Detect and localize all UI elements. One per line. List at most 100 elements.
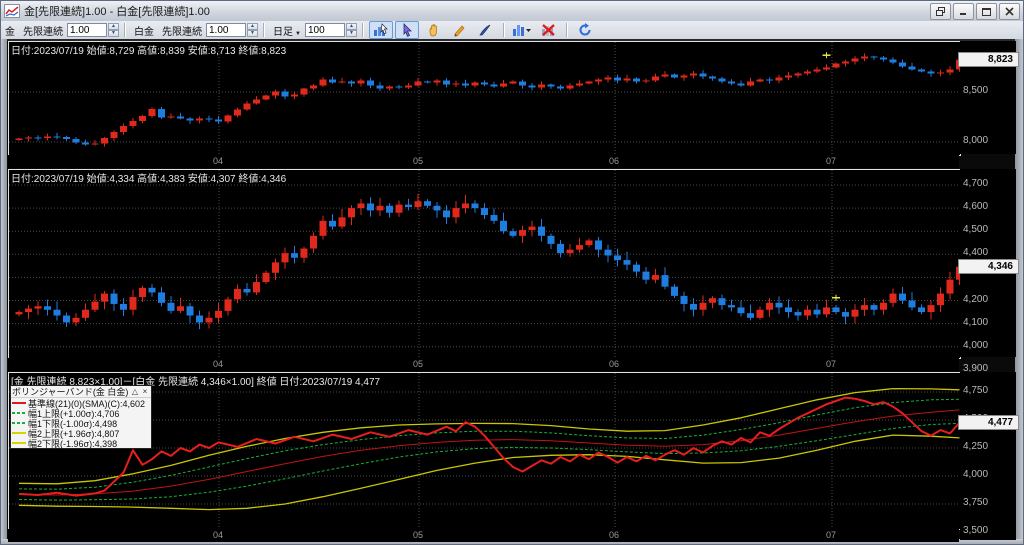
chart-select-icon (373, 23, 388, 36)
platinum-multiplier-input[interactable] (206, 23, 246, 37)
chart-type-menu-button[interactable] (510, 21, 534, 39)
maximize-button[interactable] (976, 3, 997, 20)
gold-symbol-label: 金 (5, 26, 15, 38)
cursor-tool-button[interactable] (394, 21, 419, 39)
x-axis-label: 04 (212, 530, 224, 540)
toolbar-separator (124, 23, 125, 37)
bar-count-spinner: ▲▼ (304, 23, 357, 37)
bar-count-down-button[interactable]: ▼ (345, 30, 357, 37)
spread-info: [金 先限連続 8,823×1.00]－[白金 先限連続 4,346×1.00]… (11, 377, 381, 388)
x-axis-label: 06 (608, 530, 620, 540)
gold-multiplier-spinner: ▲▼ (67, 23, 119, 37)
x-axis-label: 05 (412, 359, 424, 369)
pencil-draw-tool-button[interactable] (447, 21, 471, 39)
gold-time-axis: 04 05 06 07 (8, 155, 959, 168)
platinum-symbol-label: 白金 (134, 26, 154, 38)
close-button[interactable] (999, 3, 1020, 20)
y-axis-label: 8,000 (963, 135, 989, 146)
current-price-box: 8,823 (958, 51, 1019, 67)
x-axis-label: 07 (825, 156, 837, 166)
float-window-button[interactable] (930, 3, 951, 20)
y-axis-label: 4,200 (963, 293, 989, 305)
current-price-box: 4,346 (958, 258, 1019, 274)
app-chart-icon (4, 4, 20, 18)
left-frame-strip (1, 39, 7, 539)
bar-count-up-button[interactable]: ▲ (345, 23, 357, 30)
y-axis-label: 4,700 (963, 178, 989, 189)
legend-item: 幅2下限(-1.96σ):4,398 (11, 438, 151, 449)
platinum-multiplier-down-button[interactable]: ▼ (247, 30, 258, 37)
legend-collapse-button[interactable]: △ (130, 387, 140, 396)
chevron-down-icon: ▼ (295, 30, 301, 37)
y-axis-label: 3,750 (963, 497, 989, 508)
spread-time-axis: 04 05 06 07 (8, 529, 959, 542)
gold-multiplier-up-button[interactable]: ▲ (108, 23, 119, 30)
bar-chart-icon (512, 25, 531, 36)
y-axis-label: 3,500 (963, 525, 989, 536)
legend-line-swatch (12, 422, 26, 424)
delete-chart-button[interactable] (536, 21, 560, 39)
y-axis-label: 4,500 (963, 224, 989, 236)
y-axis-label: 4,600 (963, 201, 989, 213)
bollinger-legend: ボリンジャーバンド(金 白金) △ × 基準線(21)(0)(SMA)(C):4… (10, 385, 152, 449)
y-axis-label: 4,400 (963, 247, 989, 259)
refresh-icon (579, 23, 591, 36)
pencil-icon (454, 25, 465, 37)
pen-annotate-tool-button[interactable] (473, 21, 497, 39)
window-title: 金[先限連続]1.00 - 白金[先限連続]1.00 (24, 6, 210, 18)
refresh-button[interactable] (573, 21, 597, 39)
platinum-multiplier-up-button[interactable]: ▲ (247, 23, 258, 30)
gold-ohlc-info: 日付:2023/07/19 始値:8,729 高値:8,839 安値:8,713… (11, 46, 287, 57)
x-axis-label: 05 (412, 530, 424, 540)
toolbar: 金 先限連続 ▲▼ 白金 先限連続 ▲▼ 日足▼ ▲▼ (1, 21, 1023, 57)
current-price-box: 4,477 (958, 414, 1019, 430)
gold-price-axis: 8,500 8,000 8,823 (958, 41, 1019, 154)
y-axis-label: 4,250 (963, 441, 989, 452)
right-frame-strip (1015, 39, 1023, 539)
x-axis-label: 07 (825, 530, 837, 540)
x-axis-label: 04 (212, 156, 224, 166)
platinum-price-axis: 4,700 4,600 4,500 4,400 4,200 4,100 4,000 3,900… (958, 169, 1019, 374)
y-axis-label: 4,000 (963, 339, 989, 351)
x-axis-label: 05 (412, 156, 424, 166)
spread-chart-panel: [金 先限連続 8,823×1.00]－[白金 先限連続 4,346×1.00]… (8, 372, 961, 530)
platinum-candle-plot[interactable] (9, 170, 960, 358)
gold-candle-plot[interactable] (9, 42, 960, 155)
platinum-time-axis: 04 05 06 07 (8, 358, 959, 371)
platinum-multiplier-spinner: ▲▼ (206, 23, 258, 37)
toolbar-separator (361, 23, 363, 37)
toolbar-separator (502, 23, 504, 37)
gold-chart-panel: 日付:2023/07/19 始値:8,729 高値:8,839 安値:8,713… (8, 41, 961, 156)
platinum-contract-label: 先限連続 (162, 26, 202, 38)
gold-contract-label: 先限連続 (23, 26, 63, 38)
toolbar-separator (565, 23, 567, 37)
legend-line-swatch (12, 412, 26, 414)
cursor-icon (403, 23, 412, 37)
minimize-button[interactable] (953, 3, 974, 20)
legend-line-swatch (12, 442, 26, 444)
hand-pan-tool-button[interactable] (421, 21, 445, 39)
legend-close-button[interactable]: × (140, 387, 150, 396)
gold-multiplier-input[interactable] (67, 23, 107, 37)
legend-item-label: 幅2下限(-1.96σ):4,398 (28, 438, 118, 449)
pen-icon (479, 24, 491, 36)
platinum-chart-panel: 日付:2023/07/19 始値:4,334 高値:4,383 安値:4,307… (8, 169, 961, 359)
chart-select-tool-button[interactable] (368, 21, 393, 39)
y-axis-label: 4,000 (963, 469, 989, 480)
chart-application-window: 金[先限連続]1.00 - 白金[先限連続]1.00 金 先限連続 ▲▼ 白金 … (0, 0, 1024, 545)
delete-chart-icon (541, 24, 555, 36)
period-dropdown[interactable]: 日足 ▼ (273, 23, 301, 38)
legend-line-swatch (12, 402, 26, 404)
title-bar[interactable]: 金[先限連続]1.00 - 白金[先限連続]1.00 (1, 1, 1023, 22)
toolbar-separator (263, 23, 264, 37)
y-axis-label: 8,500 (963, 85, 989, 96)
platinum-ohlc-info: 日付:2023/07/19 始値:4,334 高値:4,383 安値:4,307… (11, 174, 287, 185)
gold-multiplier-down-button[interactable]: ▼ (108, 30, 119, 37)
x-axis-label: 06 (608, 156, 620, 166)
x-axis-label: 07 (825, 359, 837, 369)
x-axis-label: 06 (608, 359, 620, 369)
x-axis-label: 04 (212, 359, 224, 369)
bar-count-input[interactable] (304, 23, 345, 37)
y-axis-label: 4,750 (963, 385, 989, 396)
spread-price-axis: 4,7504,5004,2504,0003,7503,5004,477 (958, 372, 1019, 540)
